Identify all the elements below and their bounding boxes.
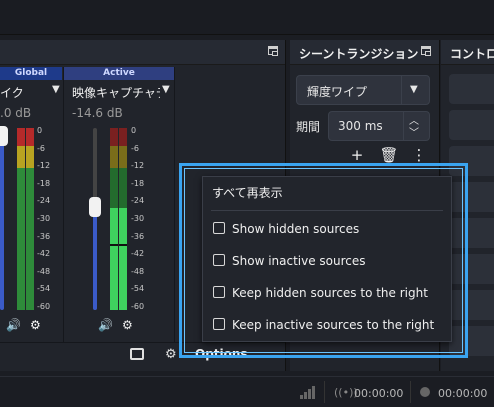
meter-tick-label: -18: [131, 178, 145, 188]
status-bar: ((•)) 00:00:00 00:00:00: [0, 376, 494, 407]
sources-context-menu: すべて再表示 Show hidden sources Show inactive…: [202, 176, 452, 342]
spinbox-divider: [403, 112, 404, 140]
meter-tick-label: -6: [37, 143, 45, 153]
menu-item-keep-inactive-right[interactable]: Keep inactive sources to the right: [203, 313, 451, 337]
duration-value: 300 ms: [338, 119, 383, 133]
checkbox[interactable]: [213, 222, 225, 234]
duration-label: 期間: [296, 120, 321, 134]
menu-item-keep-hidden-right[interactable]: Keep hidden sources to the right: [203, 281, 451, 305]
checkbox[interactable]: [213, 254, 225, 266]
menu-separator: [211, 210, 443, 211]
channel-header-active: Active: [64, 67, 174, 80]
meter-tick-label: 0: [131, 126, 137, 135]
level-meter-right: [26, 128, 34, 310]
chevron-down-icon[interactable]: ﹀: [409, 124, 419, 139]
float-dock-icon[interactable]: [268, 46, 278, 56]
channel-menu-arrow-icon[interactable]: ▼: [52, 84, 60, 95]
meter-tick-label: -48: [37, 266, 51, 276]
meter-tick-label: -54: [37, 284, 51, 294]
show-all-menu-item[interactable]: すべて再表示: [203, 181, 451, 205]
meter-tick-label: -36: [37, 231, 51, 241]
recording-indicator-icon: [420, 387, 430, 397]
dock-title: コントロー: [450, 47, 494, 61]
level-meter-right: [119, 128, 127, 310]
meter-tick-label: -48: [131, 266, 145, 276]
channel-menu-arrow-icon[interactable]: ▼: [162, 84, 170, 95]
dock-title: シーントランジション: [299, 47, 419, 61]
control-button[interactable]: [449, 110, 494, 140]
meter-tick-label: -54: [131, 284, 145, 294]
menu-item-show-inactive-sources[interactable]: Show inactive sources: [203, 249, 451, 273]
volume-fader-track[interactable]: [0, 128, 4, 310]
advanced-audio-gear-icon[interactable]: ⚙: [165, 347, 177, 362]
menu-item-show-hidden-sources[interactable]: Show hidden sources: [203, 217, 451, 241]
duration-spinbox[interactable]: 300 ms ︿ ﹀: [328, 111, 430, 141]
transition-selected-value: 輝度ワイプ: [307, 85, 368, 99]
meter-tick-label: -6: [131, 143, 139, 153]
checkbox[interactable]: [213, 286, 225, 298]
menu-label: Keep inactive sources to the right: [232, 318, 435, 332]
level-meter-left: [17, 128, 25, 310]
transition-title-bar: シーントランジション: [290, 40, 439, 65]
speaker-icon[interactable]: 🔊: [98, 318, 113, 332]
volume-fader-knob[interactable]: [89, 197, 101, 217]
channel-separator: [63, 67, 64, 343]
control-button[interactable]: [449, 74, 494, 104]
meter-tick-label: -24: [131, 196, 145, 206]
menu-label: Keep hidden sources to the right: [232, 286, 428, 300]
meter-tick-label: -36: [131, 231, 145, 241]
controls-title-bar: コントロー: [441, 40, 494, 65]
recording-time: 00:00:00: [438, 387, 488, 400]
speaker-icon[interactable]: 🔊: [6, 318, 21, 332]
channel-header-global: Global: [0, 67, 62, 80]
menu-label: Show inactive sources: [232, 254, 366, 268]
channel-volume-db: .0 dB: [0, 106, 32, 120]
meter-tick-label: -42: [131, 249, 145, 259]
transition-select[interactable]: 輝度ワイプ ▼: [296, 75, 430, 105]
channel-separator: [174, 67, 175, 343]
layout-toggle-icon[interactable]: [130, 348, 144, 360]
meter-tick-label: -42: [37, 249, 51, 259]
meter-tick-label: -12: [37, 161, 51, 171]
channel-volume-db: -14.6 dB: [72, 106, 123, 120]
checkbox[interactable]: [213, 318, 225, 330]
meter-tick-label: 0: [37, 126, 43, 135]
meter-tick-label: -30: [131, 214, 145, 223]
top-strip: [0, 0, 494, 35]
channel-name: イク: [0, 86, 24, 99]
streaming-time: 00:00:00: [354, 387, 404, 400]
select-divider: [401, 76, 402, 104]
meter-tick-label: -18: [37, 178, 51, 188]
meter-tick-label: -60: [37, 302, 51, 311]
channel-name: 映像キャプチャデバイ: [72, 86, 160, 99]
mixer-settings-icon[interactable]: ⚙: [30, 318, 41, 332]
status-divider: [324, 381, 325, 403]
mixer-settings-icon[interactable]: ⚙: [122, 318, 133, 332]
status-divider: [410, 381, 411, 403]
volume-fader-knob[interactable]: [0, 126, 8, 146]
menu-label: Show hidden sources: [232, 222, 360, 236]
float-dock-icon[interactable]: [421, 46, 431, 56]
signal-strength-icon: [300, 385, 316, 399]
menu-label: すべて再表示: [212, 186, 283, 200]
mixer-title-bar: [0, 40, 285, 65]
meter-tick-label: -60: [131, 302, 145, 311]
chevron-down-icon: ▼: [410, 84, 418, 95]
meter-tick-label: -30: [37, 214, 51, 223]
volume-fader-track[interactable]: [93, 128, 97, 310]
meter-tick-label: -24: [37, 196, 51, 206]
meter-tick-label: -12: [131, 161, 145, 171]
level-meter-left: [110, 128, 118, 310]
